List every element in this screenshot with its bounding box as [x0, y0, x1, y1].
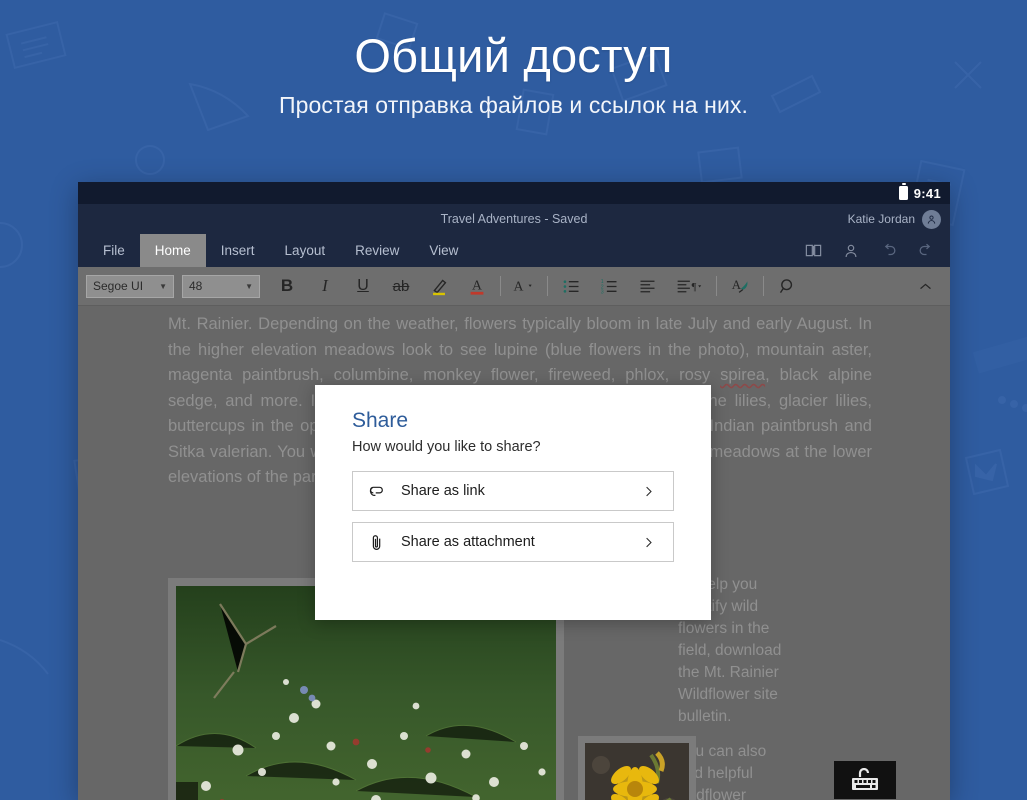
align-button[interactable] — [628, 271, 666, 301]
svg-text:3: 3 — [600, 289, 603, 295]
tab-home[interactable]: Home — [139, 234, 206, 267]
font-color-button[interactable]: A — [458, 271, 496, 301]
status-clock: 9:41 — [913, 185, 941, 201]
bold-button[interactable]: B — [268, 271, 306, 301]
font-name-combo[interactable]: Segoe UI ▼ — [86, 274, 174, 298]
format-painter-button[interactable]: A — [721, 271, 759, 301]
avatar[interactable] — [922, 209, 941, 229]
svg-text:A: A — [732, 278, 742, 292]
dialog-subtitle: How would you like to share? — [352, 439, 541, 455]
toolbar-separator — [763, 276, 764, 296]
chevron-down-icon: ▼ — [245, 281, 253, 291]
text-style-button[interactable]: A — [505, 271, 543, 301]
chevron-right-icon — [641, 484, 673, 499]
highlight-button[interactable] — [420, 271, 458, 301]
undo-icon[interactable] — [879, 241, 898, 260]
svg-text:¶: ¶ — [692, 282, 697, 293]
share-person-icon[interactable] — [842, 242, 860, 260]
toolbar-separator — [547, 276, 548, 296]
format-painter-icon: A — [732, 278, 748, 293]
account-name: Katie Jordan — [847, 212, 915, 226]
link-cloud-icon — [353, 481, 401, 502]
bullets-button[interactable] — [552, 271, 590, 301]
ribbon-tools — [804, 234, 950, 267]
numbered-list-icon: 123 — [600, 279, 616, 295]
svg-text:A: A — [472, 278, 482, 293]
italic-label: I — [322, 276, 328, 295]
misspelled-word: spirea — [720, 366, 766, 384]
chevron-up-icon — [919, 283, 931, 289]
toolbar-separator — [716, 276, 717, 296]
strikethrough-button[interactable]: ab — [382, 271, 420, 301]
tab-insert[interactable]: Insert — [206, 234, 270, 267]
tab-review[interactable]: Review — [340, 234, 414, 267]
paragraph-settings-icon: ¶ — [677, 280, 702, 293]
page-root: Общий доступ Простая отправка файлов и с… — [0, 0, 1027, 800]
device-status-bar: 9:41 — [78, 182, 950, 204]
numbering-button[interactable]: 123 — [590, 271, 628, 301]
font-size-value: 48 — [189, 279, 203, 293]
tab-layout[interactable]: Layout — [270, 234, 341, 267]
chevron-right-icon — [641, 535, 673, 550]
bold-label: B — [280, 276, 294, 295]
formatting-toolbar: Segoe UI ▼ 48 ▼ B I U ab A A 1 2 3 ¶ A — [78, 267, 950, 306]
account-cluster[interactable]: Katie Jordan — [847, 209, 941, 229]
text-style-icon: A — [514, 279, 532, 294]
share-as-attachment-option[interactable]: Share as attachment — [352, 522, 674, 562]
paragraph-button[interactable]: ¶ — [666, 271, 712, 301]
photo-side-frame[interactable] — [578, 736, 696, 800]
hero-title: Общий доступ — [354, 29, 673, 82]
underline-button[interactable]: U — [344, 271, 382, 301]
app-title-bar: Travel Adventures - Saved Katie Jordan — [78, 204, 950, 234]
tab-file[interactable]: File — [88, 234, 140, 267]
paperclip-icon — [353, 532, 401, 553]
person-icon — [927, 215, 936, 224]
share-as-link-option[interactable]: Share as link — [352, 471, 674, 511]
document-title: Travel Adventures - Saved — [440, 212, 588, 226]
ribbon-tab-bar: File Home Insert Layout Review View — [78, 234, 950, 267]
redo-icon[interactable] — [917, 241, 936, 260]
search-icon — [779, 278, 792, 293]
tab-view[interactable]: View — [414, 234, 473, 267]
bulleted-list-icon — [563, 279, 578, 293]
share-as-attachment-label: Share as attachment — [401, 534, 535, 550]
show-keyboard-icon — [852, 768, 878, 790]
font-color-icon: A — [470, 278, 484, 295]
battery-icon — [898, 183, 908, 200]
hero-banner: Общий доступ Простая отправка файлов и с… — [0, 29, 1027, 119]
yellow-flower-photo — [585, 743, 689, 800]
italic-button[interactable]: I — [306, 271, 344, 301]
collapse-ribbon-button[interactable] — [908, 271, 942, 301]
font-name-value: Segoe UI — [93, 279, 144, 293]
highlighter-icon — [433, 279, 447, 296]
font-size-combo[interactable]: 48 ▼ — [182, 274, 260, 298]
svg-text:A: A — [514, 279, 524, 294]
show-keyboard-button[interactable] — [834, 761, 896, 799]
hero-subtitle: Простая отправка файлов и ссылок на них. — [278, 91, 748, 118]
toolbar-separator — [500, 276, 501, 296]
dialog-title: Share — [352, 409, 409, 432]
share-as-link-label: Share as link — [401, 483, 485, 499]
underline-label: U — [357, 277, 369, 294]
chevron-down-icon: ▼ — [159, 281, 167, 291]
share-dialog: Share How would you like to share? Share… — [315, 385, 711, 620]
strikethrough-label: ab — [392, 277, 410, 295]
search-button[interactable] — [768, 271, 806, 301]
read-mode-icon[interactable] — [804, 241, 823, 260]
align-left-icon — [640, 280, 654, 292]
